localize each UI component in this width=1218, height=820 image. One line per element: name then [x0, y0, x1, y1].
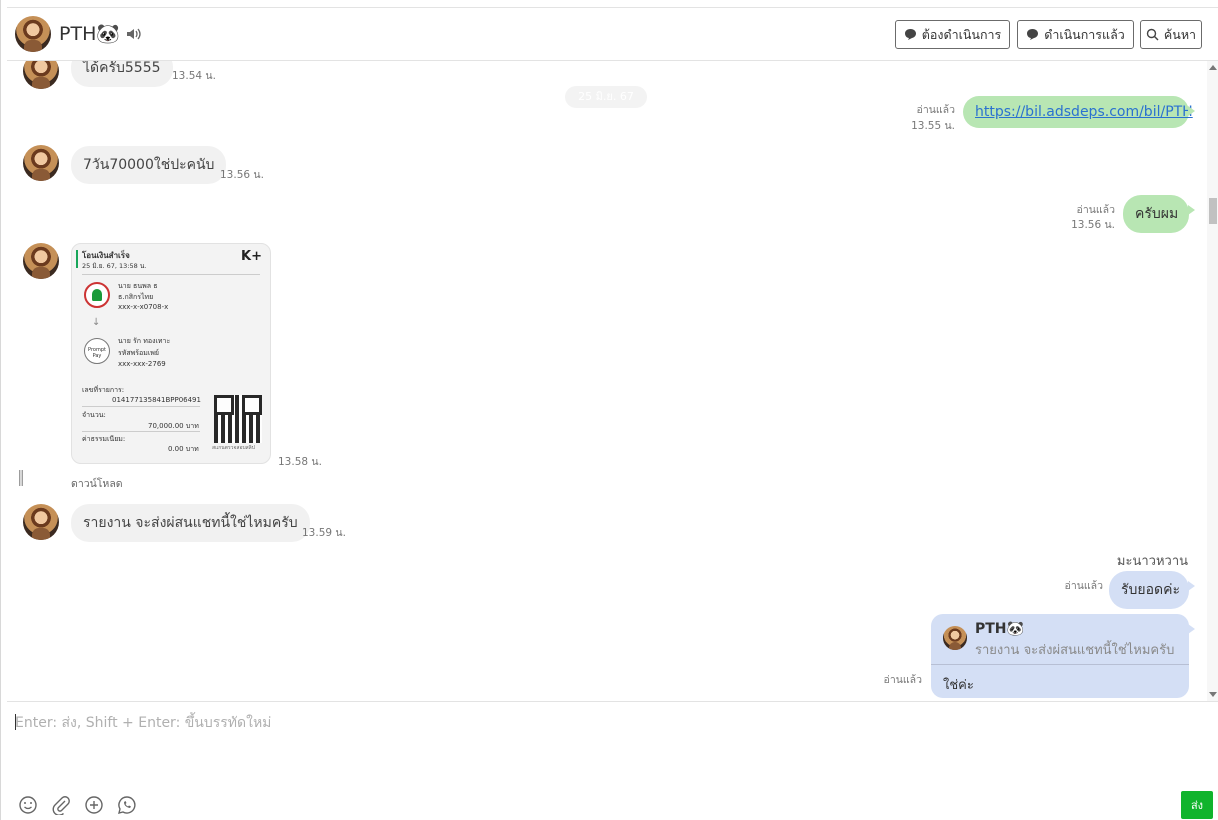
attachment-icon[interactable]	[51, 795, 71, 815]
message-time: 13.56 น.	[1071, 219, 1115, 231]
chat-app: PTH🐼 ต้องดำเนินการ ดำเนินการแล้ว ค้นหา ไ…	[0, 0, 1218, 820]
message-link[interactable]: https://bil.adsdeps.com/bil/PTH	[975, 104, 1193, 120]
chat-header: PTH🐼 ต้องดำเนินการ ดำเนินการแล้ว ค้นหา	[7, 7, 1218, 61]
outgoing-message[interactable]: https://bil.adsdeps.com/bil/PTH	[963, 96, 1195, 128]
done-button[interactable]: ดำเนินการแล้ว	[1017, 20, 1134, 49]
read-status: อ่านแล้ว	[916, 104, 955, 116]
contact-avatar	[23, 145, 59, 181]
outgoing-message[interactable]: ครับผม	[1123, 195, 1195, 233]
message-time: 13.59 น.	[302, 527, 346, 539]
slip-accent	[76, 250, 78, 268]
download-link[interactable]: ดาวน์โหลด	[71, 475, 123, 492]
done-label: ดำเนินการแล้ว	[1044, 26, 1125, 42]
from-bank: ธ.กสิกรไทย	[118, 293, 154, 301]
qr-code-icon	[214, 395, 262, 443]
message-time: 13.55 น.	[911, 120, 955, 132]
slip-date: 25 มิ.ย. 67, 13:58 น.	[82, 262, 147, 270]
from-account: xxx-x-x0708-x	[118, 303, 169, 311]
amount-label: จำนวน:	[82, 411, 106, 419]
to-name: นาย รัก ทองเทาะ	[118, 337, 171, 345]
speaker-icon[interactable]	[125, 26, 141, 42]
whatsapp-icon[interactable]	[117, 795, 137, 815]
chat-scrollbar[interactable]	[1207, 61, 1218, 701]
promptpay-logo-icon: Prompt Pay	[84, 338, 110, 364]
to-bank: รหัสพร้อมเพย์	[118, 349, 159, 357]
incoming-message[interactable]: ได้ครับ5555	[71, 61, 173, 87]
reply-text: ใช่ค่ะ	[943, 678, 974, 693]
transfer-slip-image[interactable]: โอนเงินสำเร็จ 25 มิ.ย. 67, 13:58 น. K+ น…	[71, 243, 271, 464]
reply-divider	[931, 664, 1189, 665]
kplus-logo: K+	[241, 249, 262, 264]
admin-name: มะนาวหวาน	[1116, 554, 1188, 569]
contact-avatar	[23, 243, 59, 279]
message-time: 13.56 น.	[220, 169, 264, 181]
ref-label: เลขที่รายการ:	[82, 386, 125, 394]
needs-action-label: ต้องดำเนินการ	[921, 26, 1002, 42]
to-account: xxx-xxx-2769	[118, 360, 166, 368]
contact-avatar	[23, 504, 59, 540]
message-list[interactable]: ได้ครับ5555 13.54 น. 25 มิ.ย. 67 อ่านแล้…	[7, 61, 1218, 701]
needs-action-button[interactable]: ต้องดำเนินการ	[895, 20, 1010, 49]
send-button[interactable]: ส่ง	[1181, 791, 1213, 819]
admin-message[interactable]: รับยอดค่ะ	[1109, 571, 1195, 609]
qr-caption: สแกนตรวจสอบสลิป	[212, 445, 255, 451]
chat-bubble-icon	[1027, 29, 1039, 40]
search-label: ค้นหา	[1163, 26, 1197, 42]
contact-avatar	[23, 61, 59, 89]
fee-value: 0.00 บาท	[168, 445, 199, 453]
plus-circle-icon[interactable]	[84, 795, 104, 815]
emoji-icon[interactable]	[18, 795, 38, 815]
date-separator: 25 มิ.ย. 67	[565, 86, 647, 108]
message-time: 13.54 น.	[172, 70, 216, 82]
scroll-up-icon[interactable]	[1209, 65, 1217, 70]
contact-avatar[interactable]	[15, 16, 51, 52]
quoted-avatar	[943, 626, 967, 650]
quoted-sender: PTH🐼	[975, 621, 1024, 637]
scroll-thumb[interactable]	[1209, 198, 1217, 224]
quoted-text: รายงาน จะส่งผ่สนแชทนี้ใช่ไหมครับ	[975, 643, 1175, 658]
resize-handle-icon[interactable]: ‖	[17, 467, 25, 486]
read-status: อ่านแล้ว	[1064, 580, 1103, 592]
contact-name[interactable]: PTH🐼	[59, 22, 120, 45]
search-button[interactable]: ค้นหา	[1140, 20, 1202, 49]
ref-number: 014177135841BPP06491	[112, 396, 201, 404]
message-input[interactable]: Enter: ส่ง, Shift + Enter: ขึ้นบรรทัดใหม…	[15, 712, 271, 734]
arrow-down-icon: ↓	[92, 317, 101, 328]
fee-label: ค่าธรรมเนียม:	[82, 435, 126, 443]
reply-message[interactable]: PTH🐼 รายงาน จะส่งผ่สนแชทนี้ใช่ไหมครับ ใช…	[931, 614, 1195, 698]
kbank-logo-icon	[84, 282, 110, 308]
read-status: อ่านแล้ว	[883, 674, 922, 686]
incoming-message[interactable]: รายงาน จะส่งผ่สนแชทนี้ใช่ไหมครับ	[71, 504, 310, 542]
chat-bubble-icon	[904, 29, 916, 40]
search-icon	[1146, 28, 1159, 41]
scroll-down-icon[interactable]	[1209, 692, 1217, 697]
message-composer[interactable]: Enter: ส่ง, Shift + Enter: ขึ้นบรรทัดใหม…	[7, 701, 1218, 820]
message-time: 13.58 น.	[278, 456, 322, 468]
from-name: นาย ธนพล ธ	[118, 282, 158, 290]
incoming-message[interactable]: 7วัน70000ใช่ปะคนับ	[71, 146, 227, 184]
